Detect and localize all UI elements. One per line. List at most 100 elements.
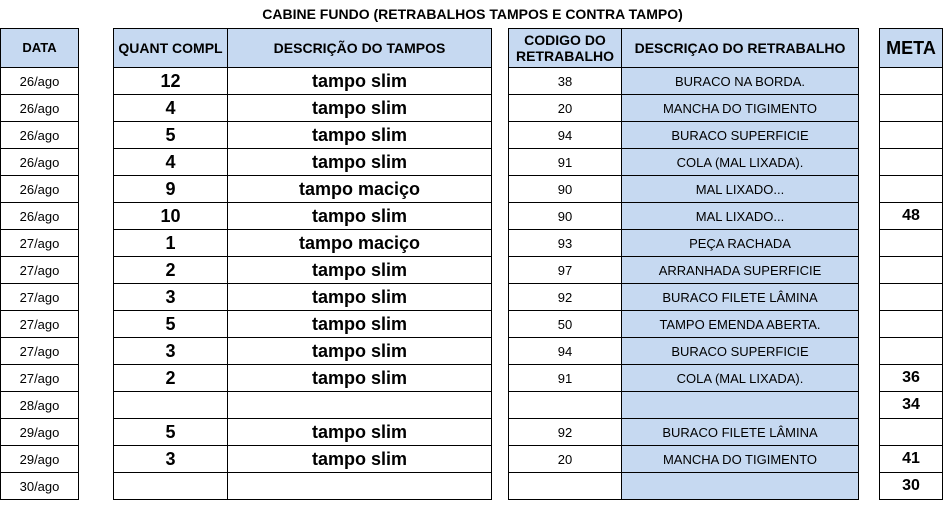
cell-description[interactable]: tampo maciço — [227, 175, 492, 203]
header-meta[interactable]: META — [879, 28, 943, 68]
cell-meta[interactable] — [879, 175, 943, 203]
cell-description[interactable]: tampo slim — [227, 364, 492, 392]
cell-rework-code[interactable]: 92 — [508, 283, 622, 311]
cell-rework-code[interactable]: 91 — [508, 364, 622, 392]
cell-quantity[interactable]: 5 — [113, 121, 228, 149]
cell-rework-code[interactable]: 91 — [508, 148, 622, 176]
cell-date[interactable]: 27/ago — [0, 337, 79, 365]
cell-quantity[interactable]: 2 — [113, 364, 228, 392]
cell-meta[interactable] — [879, 67, 943, 95]
cell-meta[interactable] — [879, 148, 943, 176]
cell-rework-code[interactable] — [508, 391, 622, 419]
cell-rework-description[interactable]: BURACO FILETE LÂMINA — [621, 283, 859, 311]
cell-meta[interactable] — [879, 283, 943, 311]
cell-description[interactable] — [227, 472, 492, 500]
cell-date[interactable]: 27/ago — [0, 229, 79, 257]
cell-date[interactable]: 26/ago — [0, 202, 79, 230]
cell-description[interactable]: tampo slim — [227, 310, 492, 338]
cell-date[interactable]: 30/ago — [0, 472, 79, 500]
cell-rework-code[interactable]: 94 — [508, 121, 622, 149]
cell-description[interactable] — [227, 391, 492, 419]
cell-description[interactable]: tampo slim — [227, 67, 492, 95]
cell-date[interactable]: 27/ago — [0, 283, 79, 311]
cell-description[interactable]: tampo slim — [227, 94, 492, 122]
cell-meta[interactable] — [879, 121, 943, 149]
cell-date[interactable]: 26/ago — [0, 175, 79, 203]
cell-rework-description[interactable]: PEÇA RACHADA — [621, 229, 859, 257]
cell-quantity[interactable]: 3 — [113, 337, 228, 365]
header-quantity[interactable]: QUANT COMPL — [113, 28, 228, 68]
header-description[interactable]: DESCRIÇÃO DO TAMPOS — [227, 28, 492, 68]
cell-rework-description[interactable] — [621, 472, 859, 500]
cell-meta[interactable] — [879, 337, 943, 365]
cell-description[interactable]: tampo slim — [227, 121, 492, 149]
cell-rework-code[interactable]: 50 — [508, 310, 622, 338]
cell-quantity[interactable]: 4 — [113, 148, 228, 176]
cell-date[interactable]: 27/ago — [0, 364, 79, 392]
cell-quantity[interactable]: 10 — [113, 202, 228, 230]
cell-rework-code[interactable]: 90 — [508, 175, 622, 203]
cell-rework-description[interactable]: MAL LIXADO... — [621, 202, 859, 230]
cell-meta[interactable] — [879, 229, 943, 257]
cell-date[interactable]: 26/ago — [0, 121, 79, 149]
cell-meta[interactable] — [879, 256, 943, 284]
cell-rework-description[interactable]: ARRANHADA SUPERFICIE — [621, 256, 859, 284]
cell-quantity[interactable] — [113, 472, 228, 500]
cell-description[interactable]: tampo slim — [227, 337, 492, 365]
cell-meta[interactable] — [879, 418, 943, 446]
cell-rework-code[interactable]: 97 — [508, 256, 622, 284]
cell-description[interactable]: tampo slim — [227, 418, 492, 446]
cell-date[interactable]: 26/ago — [0, 67, 79, 95]
cell-description[interactable]: tampo maciço — [227, 229, 492, 257]
header-date[interactable]: DATA — [0, 28, 79, 68]
cell-meta[interactable]: 36 — [879, 364, 943, 392]
cell-rework-description[interactable]: COLA (MAL LIXADA). — [621, 148, 859, 176]
cell-description[interactable]: tampo slim — [227, 445, 492, 473]
cell-meta[interactable] — [879, 310, 943, 338]
cell-rework-description[interactable]: BURACO NA BORDA. — [621, 67, 859, 95]
cell-quantity[interactable]: 5 — [113, 418, 228, 446]
cell-rework-code[interactable]: 93 — [508, 229, 622, 257]
cell-meta[interactable]: 48 — [879, 202, 943, 230]
cell-description[interactable]: tampo slim — [227, 256, 492, 284]
cell-rework-code[interactable]: 20 — [508, 94, 622, 122]
cell-quantity[interactable]: 5 — [113, 310, 228, 338]
header-rework-code[interactable]: CODIGO DO RETRABALHO — [508, 28, 622, 68]
cell-rework-code[interactable]: 20 — [508, 445, 622, 473]
cell-date[interactable]: 26/ago — [0, 148, 79, 176]
cell-meta[interactable]: 41 — [879, 445, 943, 473]
cell-quantity[interactable]: 3 — [113, 283, 228, 311]
cell-rework-description[interactable]: MANCHA DO TIGIMENTO — [621, 445, 859, 473]
cell-rework-description[interactable]: BURACO SUPERFICIE — [621, 121, 859, 149]
cell-description[interactable]: tampo slim — [227, 148, 492, 176]
cell-rework-description[interactable]: TAMPO EMENDA ABERTA. — [621, 310, 859, 338]
cell-quantity[interactable]: 1 — [113, 229, 228, 257]
cell-quantity[interactable] — [113, 391, 228, 419]
cell-description[interactable]: tampo slim — [227, 283, 492, 311]
cell-quantity[interactable]: 12 — [113, 67, 228, 95]
cell-rework-code[interactable] — [508, 472, 622, 500]
cell-rework-description[interactable]: MAL LIXADO... — [621, 175, 859, 203]
cell-date[interactable]: 26/ago — [0, 94, 79, 122]
cell-date[interactable]: 29/ago — [0, 445, 79, 473]
cell-date[interactable]: 27/ago — [0, 310, 79, 338]
cell-quantity[interactable]: 3 — [113, 445, 228, 473]
cell-meta[interactable]: 30 — [879, 472, 943, 500]
cell-date[interactable]: 28/ago — [0, 391, 79, 419]
cell-rework-code[interactable]: 38 — [508, 67, 622, 95]
cell-meta[interactable] — [879, 94, 943, 122]
cell-description[interactable]: tampo slim — [227, 202, 492, 230]
header-rework-description[interactable]: DESCRIÇAO DO RETRABALHO — [621, 28, 859, 68]
cell-quantity[interactable]: 9 — [113, 175, 228, 203]
cell-rework-description[interactable] — [621, 391, 859, 419]
cell-rework-code[interactable]: 94 — [508, 337, 622, 365]
cell-quantity[interactable]: 4 — [113, 94, 228, 122]
cell-quantity[interactable]: 2 — [113, 256, 228, 284]
cell-rework-description[interactable]: COLA (MAL LIXADA). — [621, 364, 859, 392]
cell-rework-description[interactable]: BURACO FILETE LÂMINA — [621, 418, 859, 446]
cell-rework-code[interactable]: 90 — [508, 202, 622, 230]
cell-date[interactable]: 27/ago — [0, 256, 79, 284]
cell-rework-description[interactable]: MANCHA DO TIGIMENTO — [621, 94, 859, 122]
cell-rework-description[interactable]: BURACO SUPERFICIE — [621, 337, 859, 365]
cell-date[interactable]: 29/ago — [0, 418, 79, 446]
